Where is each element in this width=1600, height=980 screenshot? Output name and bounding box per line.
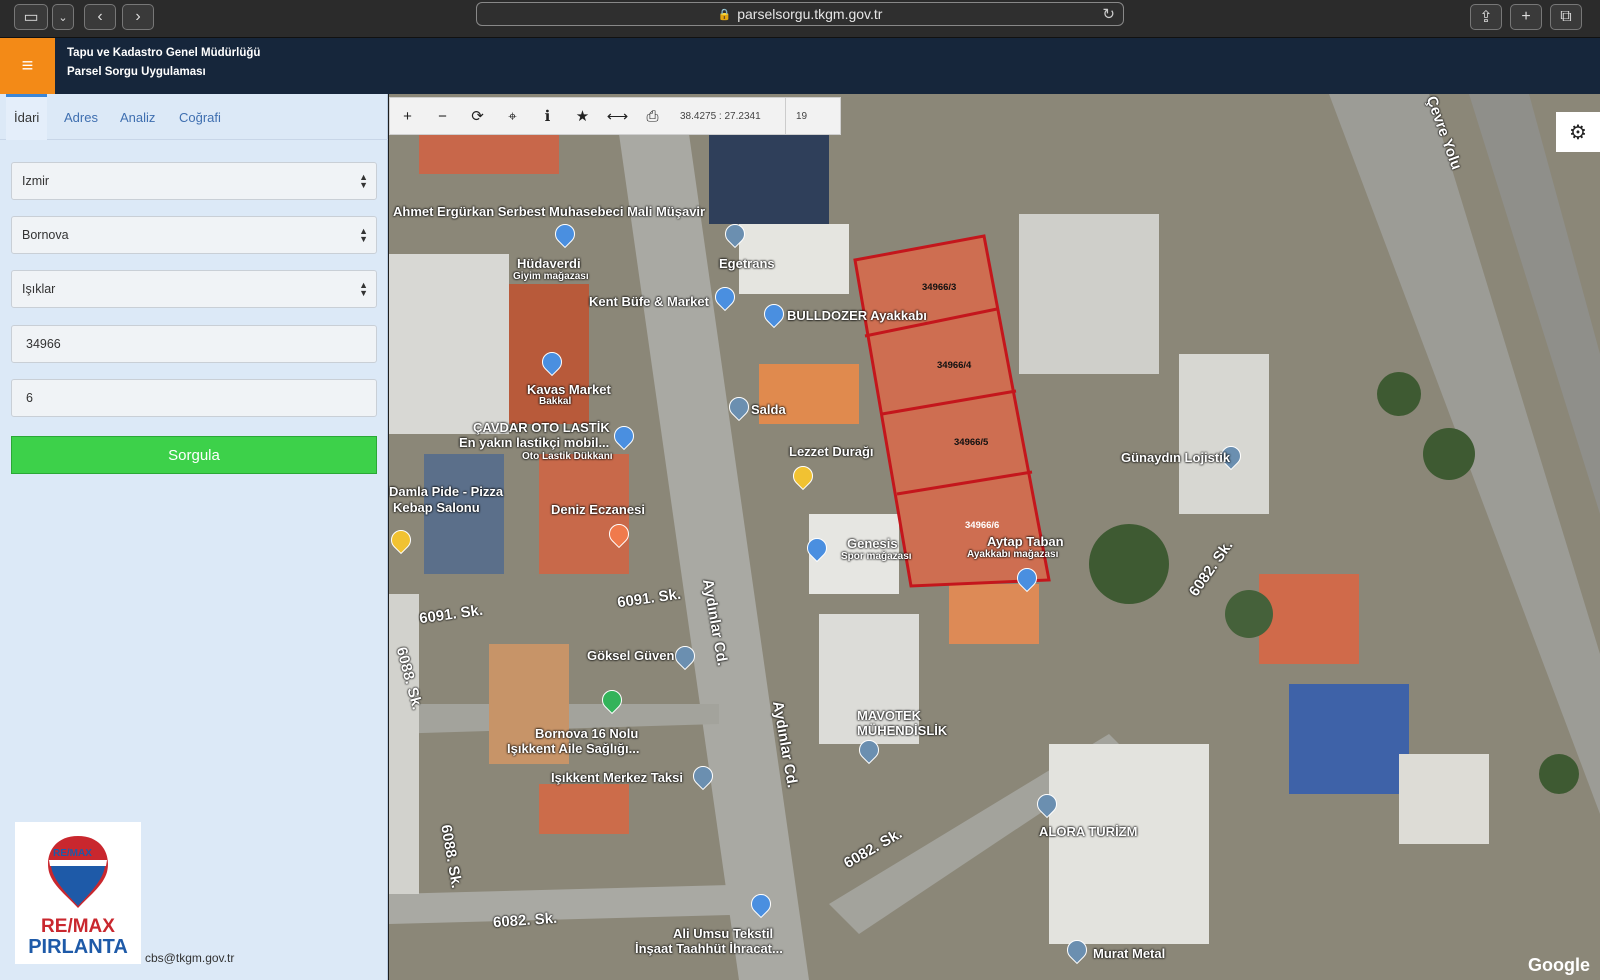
forward-button[interactable]: › (122, 4, 154, 30)
place-label[interactable]: ALORA TURİZM (1039, 824, 1137, 839)
select-arrows-icon: ▲ ▼ (359, 226, 368, 244)
logo-word-pirlanta: PIRLANTA (28, 936, 128, 958)
il-value: Izmir (22, 174, 50, 188)
tabs-overview-icon[interactable]: ⧉ (1550, 4, 1582, 30)
tab-idari[interactable]: İdari (6, 94, 48, 140)
refresh-icon[interactable]: ⟳ (460, 98, 495, 134)
parcel-label[interactable]: 34966/5 (954, 437, 988, 448)
print-icon[interactable]: ⎙ (635, 98, 670, 134)
balloon-icon (48, 836, 108, 908)
place-label[interactable]: Egetrans (719, 256, 775, 271)
place-label[interactable]: Lezzet Durağı (789, 444, 874, 459)
mahalle-select[interactable]: Işıklar ▲ ▼ (11, 270, 377, 308)
place-label[interactable]: Işıkkent Merkez Taksi (551, 770, 683, 785)
tab-cografi[interactable]: Coğrafi (179, 94, 221, 140)
lock-icon: 🔒 (717, 8, 732, 21)
star-icon[interactable]: ★ (565, 98, 600, 134)
parcel-label[interactable]: 34966/3 (922, 282, 956, 293)
place-label[interactable]: Kavas Market (527, 382, 611, 397)
place-label[interactable]: Ali Umsu Tekstil (673, 926, 773, 941)
logo-balloon-text: RE/MAX (53, 848, 92, 859)
info-icon[interactable]: ℹ (530, 98, 565, 134)
parsel-input[interactable]: 6 (11, 379, 377, 417)
place-label[interactable]: Kent Büfe & Market (589, 294, 709, 309)
tab-bar: İdari Adres Analiz Coğrafi (0, 94, 388, 140)
sidebar-toggle-icon[interactable]: ▭ (14, 4, 48, 30)
query-sidebar: İdari Adres Analiz Coğrafi Izmir ▲ ▼ Born… (0, 94, 388, 980)
place-label[interactable]: En yakın lastikçi mobil... (459, 435, 609, 450)
place-label[interactable]: Ayakkabı mağazası (967, 549, 1058, 560)
ilce-value: Bornova (22, 228, 69, 242)
chevron-down-icon[interactable]: ⌄ (52, 4, 74, 30)
browser-toolbar: ▭ ⌄ ‹ › 🔒 parselsorgu.tkgm.gov.tr ↻ ⇪ + … (0, 0, 1600, 38)
parcel-label[interactable]: 34966/6 (965, 520, 999, 531)
place-label[interactable]: Hüdaverdi (517, 256, 581, 271)
share-icon[interactable]: ⇪ (1470, 4, 1502, 30)
place-label[interactable]: Salda (751, 402, 786, 417)
map-attribution: Google (1528, 955, 1590, 975)
agency-name: Tapu ve Kadastro Genel Müdürlüğü (67, 47, 261, 59)
tab-adres[interactable]: Adres (64, 94, 98, 140)
place-label[interactable]: Bakkal (539, 396, 571, 407)
place-label[interactable]: Ahmet Ergürkan Serbest Muhasebeci Mali M… (393, 204, 705, 219)
place-label[interactable]: BULLDOZER Ayakkabı (787, 308, 927, 323)
back-button[interactable]: ‹ (84, 4, 116, 30)
address-bar[interactable]: 🔒 parselsorgu.tkgm.gov.tr ↻ (476, 2, 1124, 26)
select-arrows-icon: ▲ ▼ (359, 280, 368, 298)
app-header: ≡ Tapu ve Kadastro Genel Müdürlüğü Parse… (0, 38, 1600, 94)
remax-logo: RE/MAX RE/MAX PIRLANTA (15, 822, 141, 964)
place-label[interactable]: Giyim mağazası (513, 271, 589, 282)
measure-icon[interactable]: ⟷ (600, 98, 635, 134)
reload-icon[interactable]: ↻ (1102, 5, 1115, 23)
parsel-value: 6 (26, 391, 33, 405)
app-name: Parsel Sorgu Uygulaması (67, 66, 206, 78)
ada-value: 34966 (26, 337, 61, 351)
place-label[interactable]: Günaydın Lojistik (1121, 450, 1230, 465)
satellite-map[interactable]: + − ⟳ ⌖ ℹ ★ ⟷ ⎙ 38.4275 : 27.2341 19 ⚙ 3… (389, 94, 1600, 980)
place-label[interactable]: Spor mağazası (841, 551, 912, 562)
place-label[interactable]: İnşaat Taahhüt İhracat... (635, 941, 783, 956)
select-arrows-icon: ▲ ▼ (359, 172, 368, 190)
logo-word-remax: RE/MAX (41, 916, 115, 937)
contact-email[interactable]: cbs@tkgm.gov.tr (145, 951, 234, 965)
ada-input[interactable]: 34966 (11, 325, 377, 363)
place-label[interactable]: Oto Lastik Dükkanı (522, 451, 613, 462)
map-toolbar: + − ⟳ ⌖ ℹ ★ ⟷ ⎙ 38.4275 : 27.2341 19 (389, 97, 841, 135)
plus-icon[interactable]: + (390, 98, 425, 134)
minus-icon[interactable]: − (425, 98, 460, 134)
place-label[interactable]: Işıkkent Aile Sağlığı... (507, 741, 639, 756)
il-select[interactable]: Izmir ▲ ▼ (11, 162, 377, 200)
place-label[interactable]: Damla Pide - Pizza (389, 484, 503, 499)
new-tab-button[interactable]: + (1510, 4, 1542, 30)
place-label[interactable]: ÇAVDAR OTO LASTİK (473, 420, 610, 435)
place-label[interactable]: Göksel Güven (587, 648, 674, 663)
place-label[interactable]: Aytap Taban (987, 534, 1064, 549)
tab-analiz[interactable]: Analiz (120, 94, 155, 140)
parcel-label[interactable]: 34966/4 (937, 360, 971, 371)
menu-button[interactable]: ≡ (0, 38, 55, 94)
query-button[interactable]: Sorgula (11, 436, 377, 474)
coordinates-readout: 38.4275 : 27.2341 (680, 110, 761, 122)
place-label[interactable]: MAVOTEK MÜHENDİSLİK (857, 708, 977, 738)
crosshair-icon[interactable]: ⌖ (495, 98, 530, 134)
place-label[interactable]: Genesis (847, 536, 898, 551)
place-label[interactable]: Deniz Eczanesi (551, 502, 645, 517)
gear-icon[interactable]: ⚙ (1556, 112, 1600, 152)
mahalle-value: Işıklar (22, 282, 56, 296)
place-label[interactable]: Murat Metal (1093, 946, 1165, 961)
place-label[interactable]: Kebap Salonu (393, 500, 480, 515)
zoom-level: 19 (785, 98, 807, 134)
place-label[interactable]: Bornova 16 Nolu (535, 726, 638, 741)
ilce-select[interactable]: Bornova ▲ ▼ (11, 216, 377, 254)
url-text: parselsorgu.tkgm.gov.tr (737, 6, 883, 22)
